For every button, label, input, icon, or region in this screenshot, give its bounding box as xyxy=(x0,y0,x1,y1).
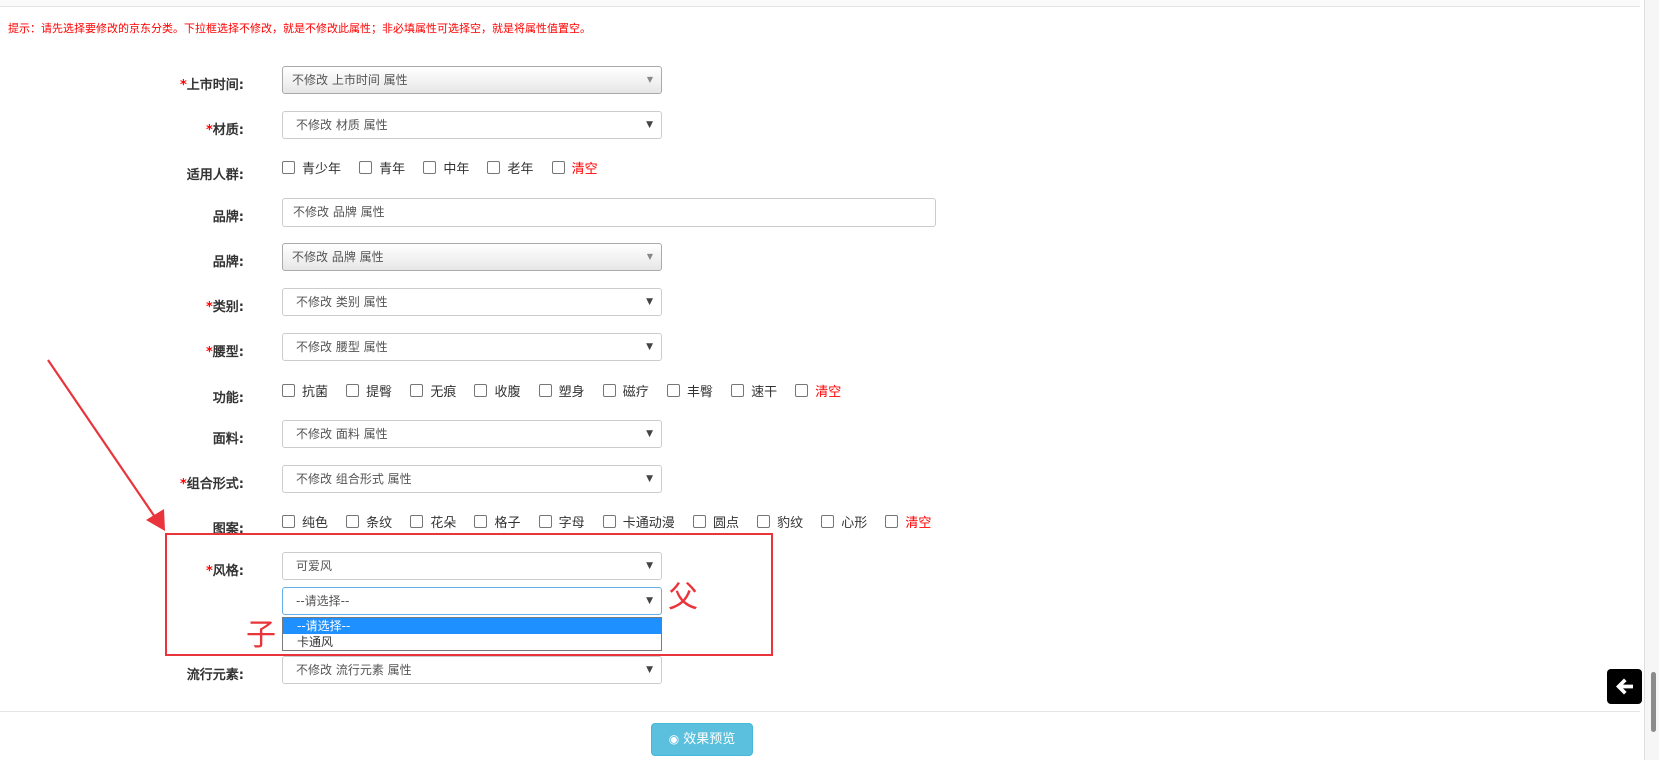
checkbox-icon[interactable] xyxy=(666,384,680,397)
checkbox-function-2[interactable]: 无痕 xyxy=(410,381,456,400)
checkbox-pattern-8[interactable]: 心形 xyxy=(821,512,867,531)
checkbox-audience-1[interactable]: 青年 xyxy=(359,158,405,177)
annotation-child-label: 子 xyxy=(246,618,276,653)
row-trend: 流行元素: 不修改 流行元素 属性 ▼ xyxy=(0,656,1000,686)
chevron-down-icon: ▼ xyxy=(646,297,653,307)
fabric-select[interactable]: 不修改 面料 属性 ▼ xyxy=(282,420,662,448)
chevron-down-icon: ▼ xyxy=(646,342,653,352)
checkbox-icon[interactable] xyxy=(487,161,501,174)
combination-value: 不修改 组合形式 属性 xyxy=(296,472,412,486)
checkbox-icon[interactable] xyxy=(602,515,616,528)
checkbox-icon[interactable] xyxy=(538,515,552,528)
chevron-down-icon: ▼ xyxy=(646,120,653,130)
preview-button[interactable]: ◉ 效果预览 xyxy=(651,723,753,756)
checkbox-icon[interactable] xyxy=(359,161,373,174)
annotation-parent-label: 父 xyxy=(668,580,698,615)
checkbox-icon[interactable] xyxy=(692,515,706,528)
checkbox-pattern-4[interactable]: 字母 xyxy=(538,512,585,531)
checkbox-icon[interactable] xyxy=(282,384,295,397)
checkbox-icon[interactable] xyxy=(821,515,835,528)
checkbox-icon[interactable] xyxy=(282,515,295,528)
checkbox-pattern-6[interactable]: 圆点 xyxy=(692,512,739,531)
pattern-checkboxes: 纯色 条纹 花朵 格子 字母 卡通动漫 圆点 豹纹 心形 清空 xyxy=(282,512,945,531)
combination-select[interactable]: 不修改 组合形式 属性 ▼ xyxy=(282,465,662,493)
scrollbar-thumb[interactable] xyxy=(1651,672,1656,732)
checkbox-pattern-1[interactable]: 条纹 xyxy=(346,512,392,531)
checkbox-function-clear[interactable]: 清空 xyxy=(795,381,841,400)
checkbox-function-0[interactable]: 抗菌 xyxy=(282,381,328,400)
checkbox-pattern-2[interactable]: 花朵 xyxy=(410,512,456,531)
required-mark: * xyxy=(205,345,213,360)
function-checkboxes: 抗菌 提臀 无痕 收腹 塑身 磁疗 丰臀 速干 清空 xyxy=(282,381,855,400)
checkbox-pattern-0[interactable]: 纯色 xyxy=(282,512,328,531)
material-select[interactable]: 不修改 材质 属性 ▼ xyxy=(282,111,662,139)
checkbox-function-4[interactable]: 塑身 xyxy=(538,381,585,400)
brand-select[interactable]: 不修改 品牌 属性 ▼ xyxy=(282,243,662,271)
bottom-divider xyxy=(0,711,1640,712)
checkbox-icon[interactable] xyxy=(474,515,488,528)
checkbox-icon[interactable] xyxy=(282,161,295,174)
checkbox-function-7[interactable]: 速干 xyxy=(731,381,777,400)
checkbox-function-1[interactable]: 提臀 xyxy=(346,381,392,400)
page: 提示：请先选择要修改的京东分类。下拉框选择不修改，就是不修改此属性；非必填属性可… xyxy=(0,0,1659,760)
checkbox-function-6[interactable]: 丰臀 xyxy=(666,381,713,400)
brand-select-value: 不修改 品牌 属性 xyxy=(292,250,384,264)
chevron-down-icon: ▼ xyxy=(646,665,653,675)
waist-value: 不修改 腰型 属性 xyxy=(296,340,388,354)
trend-select[interactable]: 不修改 流行元素 属性 ▼ xyxy=(282,656,662,684)
checkbox-pattern-clear[interactable]: 清空 xyxy=(885,512,931,531)
checkbox-icon[interactable] xyxy=(885,515,899,528)
required-mark: * xyxy=(205,300,213,315)
checkbox-icon[interactable] xyxy=(731,384,745,397)
checkbox-function-3[interactable]: 收腹 xyxy=(474,381,520,400)
category-value: 不修改 类别 属性 xyxy=(296,295,388,309)
checkbox-icon[interactable] xyxy=(346,515,360,528)
brand-text-input[interactable]: 不修改 品牌 属性 xyxy=(282,198,936,227)
category-select[interactable]: 不修改 类别 属性 ▼ xyxy=(282,288,662,316)
trend-value: 不修改 流行元素 属性 xyxy=(296,663,412,677)
checkbox-icon[interactable] xyxy=(551,161,565,174)
checkbox-audience-clear[interactable]: 清空 xyxy=(551,158,598,177)
checkbox-icon[interactable] xyxy=(410,515,424,528)
label-trend: 流行元素: xyxy=(186,668,244,683)
top-border xyxy=(0,0,1640,7)
checkbox-icon[interactable] xyxy=(423,161,437,174)
launch-time-select[interactable]: 不修改 上市时间 属性 ▼ xyxy=(282,66,662,94)
checkbox-icon[interactable] xyxy=(757,515,771,528)
checkbox-icon[interactable] xyxy=(474,384,488,397)
checkbox-icon[interactable] xyxy=(602,384,616,397)
fabric-value: 不修改 面料 属性 xyxy=(296,427,388,441)
launch-time-value: 不修改 上市时间 属性 xyxy=(292,73,408,87)
checkbox-icon[interactable] xyxy=(346,384,360,397)
annotation-arrow-icon xyxy=(47,359,165,531)
checkbox-pattern-3[interactable]: 格子 xyxy=(474,512,520,531)
arrow-left-icon xyxy=(1616,678,1633,695)
preview-button-label: 效果预览 xyxy=(683,732,736,747)
checkbox-function-5[interactable]: 磁疗 xyxy=(602,381,649,400)
chevron-down-icon: ▼ xyxy=(646,474,653,484)
back-button[interactable] xyxy=(1607,669,1642,704)
waist-select[interactable]: 不修改 腰型 属性 ▼ xyxy=(282,333,662,361)
checkbox-icon[interactable] xyxy=(538,384,552,397)
checkbox-audience-3[interactable]: 老年 xyxy=(487,158,533,177)
eye-icon: ◉ xyxy=(668,732,680,746)
checkbox-audience-0[interactable]: 青少年 xyxy=(282,158,341,177)
required-mark: * xyxy=(205,123,213,138)
checkbox-audience-2[interactable]: 中年 xyxy=(423,158,469,177)
chevron-down-icon: ▼ xyxy=(646,252,653,261)
chevron-down-icon: ▼ xyxy=(646,429,653,439)
scrollbar[interactable] xyxy=(1644,0,1659,760)
audience-checkboxes: 青少年 青年 中年 老年 清空 xyxy=(282,158,612,177)
material-value: 不修改 材质 属性 xyxy=(296,118,388,132)
checkbox-icon[interactable] xyxy=(410,384,424,397)
chevron-down-icon: ▼ xyxy=(646,75,653,84)
checkbox-pattern-5[interactable]: 卡通动漫 xyxy=(602,512,675,531)
checkbox-pattern-7[interactable]: 豹纹 xyxy=(757,512,803,531)
brand-text-value: 不修改 品牌 属性 xyxy=(293,205,385,219)
checkbox-icon[interactable] xyxy=(795,384,809,397)
